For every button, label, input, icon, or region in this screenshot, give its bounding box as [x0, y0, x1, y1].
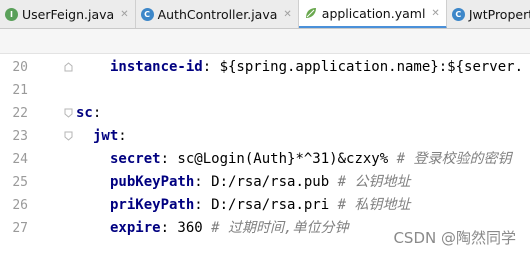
- fold-start-icon[interactable]: [64, 131, 73, 141]
- yaml-comment: # 公钥地址: [337, 174, 411, 190]
- code-text: secret: sc@Login(Auth}*^31)&czxy% # 登录校验…: [110, 148, 511, 171]
- fold-end-icon[interactable]: [64, 62, 73, 72]
- code-line: 21: [0, 79, 530, 102]
- yaml-key: instance-id: [110, 59, 203, 75]
- yaml-leaf-icon: [304, 6, 318, 20]
- tab-userfeign[interactable]: I UserFeign.java ✕: [0, 0, 136, 28]
- class-icon: C: [451, 8, 465, 21]
- yaml-value: : 360: [160, 220, 212, 236]
- close-icon[interactable]: ✕: [431, 8, 439, 19]
- line-number: 26: [12, 198, 28, 213]
- yaml-comment: # 登录校验的密钥: [396, 151, 512, 167]
- tab-label: AuthController.java: [157, 7, 278, 22]
- yaml-key: pubKeyPath: [110, 174, 195, 190]
- interface-icon: I: [5, 8, 18, 21]
- tab-application-yaml[interactable]: application.yaml ✕: [298, 0, 447, 28]
- tab-jwtproperties[interactable]: C JwtProperties.java ✕: [447, 0, 530, 28]
- close-icon[interactable]: ✕: [283, 9, 291, 20]
- yaml-key: sc: [76, 105, 93, 121]
- code-text: jwt:: [93, 125, 127, 148]
- code-text: instance-id: ${spring.application.name}:…: [110, 56, 523, 79]
- tab-label: JwtProperties.java: [468, 7, 530, 22]
- yaml-value: : D:/rsa/rsa.pri: [194, 197, 338, 213]
- tab-label: UserFeign.java: [22, 7, 115, 22]
- yaml-value: : D:/rsa/rsa.pub: [194, 174, 338, 190]
- tab-label: application.yaml: [321, 5, 426, 21]
- yaml-value: :: [92, 105, 102, 121]
- line-number: 22: [12, 106, 28, 121]
- code-line: 23 jwt:: [0, 125, 530, 148]
- code-editor[interactable]: 20 instance-id: ${spring.application.nam…: [0, 54, 530, 256]
- yaml-key: priKeyPath: [110, 197, 195, 213]
- code-line: 26 priKeyPath: D:/rsa/rsa.pri # 私钥地址: [0, 194, 530, 217]
- yaml-key: expire: [110, 220, 161, 236]
- code-line: 20 instance-id: ${spring.application.nam…: [0, 56, 530, 79]
- close-icon[interactable]: ✕: [120, 9, 128, 20]
- watermark: CSDN @陶然同学: [393, 229, 516, 247]
- code-line: 24 secret: sc@Login(Auth}*^31)&czxy% # 登…: [0, 148, 530, 171]
- code-text: expire: 360 # 过期时间,单位分钟: [110, 217, 348, 240]
- yaml-comment: # 过期时间,单位分钟: [211, 220, 349, 236]
- line-number: 23: [12, 129, 28, 144]
- breadcrumb-strip: [0, 29, 530, 54]
- yaml-key: secret: [110, 151, 161, 167]
- line-number: 21: [12, 83, 28, 98]
- line-number: 20: [12, 60, 28, 75]
- code-text: priKeyPath: D:/rsa/rsa.pri # 私钥地址: [110, 194, 410, 217]
- code-line: 22 sc:: [0, 102, 530, 125]
- yaml-key: jwt: [93, 128, 119, 144]
- yaml-value: : ${spring.application.name}:${server.: [202, 59, 524, 75]
- yaml-comment: # 私钥地址: [337, 197, 411, 213]
- line-number: 24: [12, 152, 28, 167]
- fold-start-icon[interactable]: [64, 108, 73, 118]
- yaml-value: : sc@Login(Auth}*^31)&czxy%: [160, 151, 397, 167]
- editor-tab-bar: I UserFeign.java ✕ C AuthController.java…: [0, 0, 530, 29]
- code-text: sc:: [76, 102, 101, 125]
- tab-authcontroller[interactable]: C AuthController.java ✕: [136, 0, 299, 28]
- code-line: 25 pubKeyPath: D:/rsa/rsa.pub # 公钥地址: [0, 171, 530, 194]
- class-icon: C: [140, 8, 154, 21]
- line-number: 25: [12, 175, 28, 190]
- line-number: 27: [12, 221, 28, 236]
- code-text: pubKeyPath: D:/rsa/rsa.pub # 公钥地址: [110, 171, 410, 194]
- yaml-value: :: [118, 128, 127, 144]
